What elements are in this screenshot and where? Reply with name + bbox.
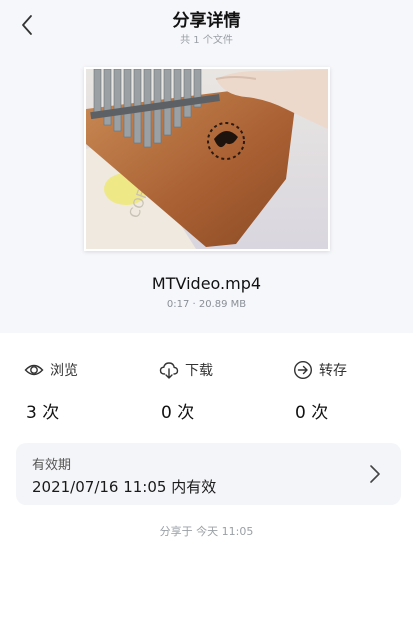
file-meta: 0:17 · 20.89 MB [166, 299, 247, 310]
shared-time: 分享于 今天 11:05 [159, 525, 254, 538]
stat-views: 浏览 3 次 [24, 358, 144, 423]
validity-label: 有效期 [32, 458, 72, 473]
page-title: 分享详情 [172, 11, 241, 31]
eye-icon [24, 364, 44, 376]
stat-label: 转存 [319, 363, 347, 379]
stat-label: 下载 [185, 363, 213, 379]
stat-value: 3 次 [26, 403, 60, 423]
video-thumbnail[interactable]: COFF [84, 67, 330, 251]
stat-label: 浏览 [50, 363, 78, 379]
validity-value: 2021/07/16 11:05 内有效 [32, 478, 217, 496]
stat-downloads: 下载 0 次 [159, 358, 279, 423]
file-name: MTVideo.mp4 [151, 274, 262, 293]
validity-card[interactable]: 有效期 2021/07/16 11:05 内有效 [16, 443, 401, 505]
chevron-right-icon [370, 465, 380, 483]
stat-value: 0 次 [295, 403, 329, 423]
arrow-circle-icon [293, 360, 313, 380]
video-thumbnail-image: COFF [86, 69, 328, 249]
stat-saves: 转存 0 次 [293, 358, 413, 423]
file-count: 共 1 个文件 [180, 35, 233, 46]
stat-value: 0 次 [161, 403, 195, 423]
cloud-download-icon [159, 362, 179, 379]
